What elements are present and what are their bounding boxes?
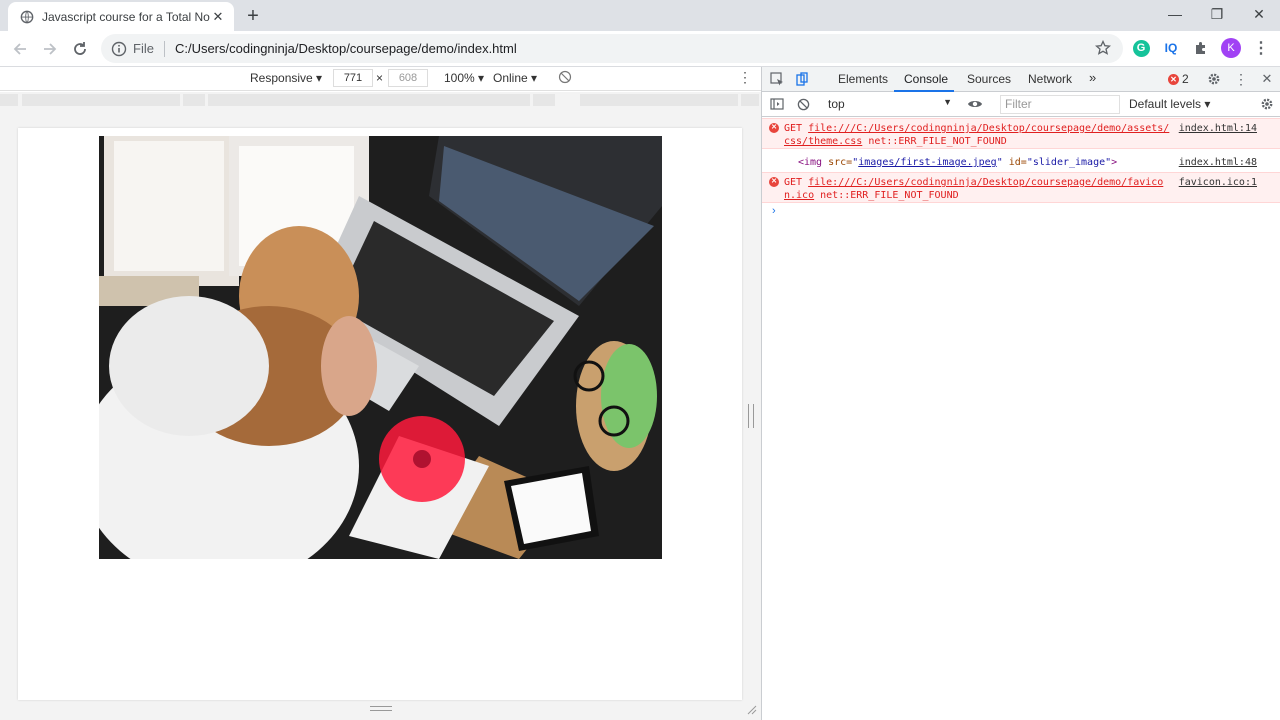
device-select[interactable]: Responsive ▾ [250, 71, 322, 85]
console-log-message: <img src="images/first-image.jpeg" id="s… [762, 153, 1280, 169]
tab-strip: Javascript course for a Total Novi ✕ + —… [0, 0, 1280, 31]
viewport-width-input[interactable]: 771 [333, 69, 373, 87]
tab-elements[interactable]: Elements [838, 72, 888, 86]
log-levels-select[interactable]: Default levels ▾ [1129, 97, 1210, 111]
settings-gear-icon[interactable] [1206, 71, 1222, 87]
log-body[interactable]: <img src="images/first-image.jpeg" id="s… [798, 156, 1186, 169]
console-prompt-icon[interactable]: › [772, 205, 776, 217]
error-icon: ✕ [1168, 73, 1179, 85]
restore-icon[interactable]: ❐ [1196, 0, 1238, 28]
rotate-icon[interactable] [558, 70, 572, 87]
more-tabs-icon[interactable]: » [1089, 70, 1096, 85]
ruler-segment[interactable] [208, 94, 530, 106]
bookmark-star-icon[interactable] [1095, 40, 1111, 56]
ruler-segment[interactable] [22, 94, 180, 106]
browser-toolbar: File C:/Users/codingninja/Desktop/course… [0, 31, 1280, 67]
error-text: net::ERR_FILE_NOT_FOUND [820, 190, 959, 201]
tab-title: Javascript course for a Total Novi [42, 9, 210, 24]
error-icon: ✕ [769, 177, 779, 187]
tab-network[interactable]: Network [1028, 72, 1072, 86]
reload-icon[interactable] [70, 39, 90, 59]
iq-extension-icon[interactable]: IQ [1161, 38, 1181, 58]
devtools-tabbar: Elements Console Sources Network » ✕ 2 ⋮… [762, 67, 1280, 92]
error-body: GET file:///C:/Users/codingninja/Desktop… [784, 176, 1172, 202]
context-value: top [828, 97, 845, 111]
extensions-puzzle-icon[interactable] [1191, 38, 1211, 58]
ruler-segment[interactable] [183, 94, 205, 106]
filter-input[interactable]: Filter [1000, 95, 1120, 114]
devtools-panel: Elements Console Sources Network » ✕ 2 ⋮… [761, 67, 1280, 720]
context-select[interactable]: top ▼ [828, 97, 952, 111]
error-count: 2 [1182, 72, 1189, 86]
grammarly-icon[interactable]: G [1131, 38, 1151, 58]
console-error-message: ✕ GET file:///C:/Users/codingninja/Deskt… [762, 118, 1280, 149]
log-tag-close: > [1111, 157, 1118, 168]
browser-menu-icon[interactable]: ⋮ [1251, 38, 1271, 58]
address-bar[interactable]: File C:/Users/codingninja/Desktop/course… [101, 34, 1123, 63]
window-close-icon[interactable]: ✕ [1238, 0, 1280, 28]
log-tag-open: <img [798, 157, 829, 168]
viewport-resize-corner-icon[interactable] [745, 703, 757, 715]
log-id-value: "slider_image" [1026, 157, 1112, 168]
ruler-segment[interactable] [0, 94, 18, 106]
dimension-times: × [376, 71, 384, 85]
error-icon: ✕ [769, 123, 779, 133]
minimize-icon[interactable]: — [1154, 0, 1196, 28]
browser-tab[interactable]: Javascript course for a Total Novi ✕ [8, 2, 234, 31]
source-link[interactable]: index.html:48 [1179, 156, 1257, 169]
console-sidebar-icon[interactable] [769, 96, 785, 112]
ruler-segment[interactable] [741, 94, 759, 106]
viewport-height-input[interactable]: 608 [388, 69, 428, 87]
log-attr-id: id= [1002, 157, 1027, 168]
iq-label: IQ [1164, 41, 1178, 55]
ruler-segment[interactable] [580, 94, 738, 106]
live-expression-eye-icon[interactable] [967, 96, 983, 112]
tab-close-icon[interactable]: ✕ [210, 9, 226, 25]
console-settings-gear-icon[interactable] [1259, 96, 1275, 112]
ruler-segment[interactable] [533, 94, 555, 106]
url-scheme: File [133, 41, 154, 56]
globe-icon [20, 10, 34, 23]
tab-sources[interactable]: Sources [967, 72, 1011, 86]
request-method: GET [784, 177, 803, 188]
tab-console[interactable]: Console [904, 72, 948, 86]
request-method: GET [784, 123, 803, 134]
clear-console-icon[interactable] [795, 96, 811, 112]
info-icon[interactable] [111, 41, 127, 57]
device-toolbar: Responsive ▾ 771 × 608 100% ▾ Online ▾ ⋮ [0, 67, 761, 91]
grammarly-label: G [1132, 39, 1150, 57]
error-body: GET file:///C:/Users/codingninja/Desktop… [784, 122, 1172, 148]
console-toolbar: top ▼ Filter Default levels ▾ [762, 92, 1280, 117]
error-count-badge[interactable]: ✕ 2 [1168, 72, 1189, 86]
devtools-more-icon[interactable]: ⋮ [1233, 71, 1249, 87]
zoom-select[interactable]: 100% ▾ [444, 71, 484, 85]
console-error-message: ✕ GET file:///C:/Users/codingninja/Deskt… [762, 172, 1280, 203]
inspect-element-icon[interactable] [769, 71, 785, 87]
device-toggle-icon[interactable] [794, 71, 810, 87]
network-throttle-select[interactable]: Online ▾ [493, 71, 537, 85]
source-link[interactable]: index.html:14 [1179, 122, 1257, 135]
log-src-link[interactable]: images/first-image.jpeg [858, 157, 996, 168]
url-separator [163, 40, 165, 57]
back-icon[interactable] [10, 39, 30, 59]
slider-image [99, 136, 662, 559]
devtools-close-icon[interactable]: ✕ [1259, 71, 1275, 87]
log-attr-src: src= [828, 157, 853, 168]
viewport-resize-handle-bottom[interactable] [370, 706, 392, 711]
source-link[interactable]: favicon.ico:1 [1179, 176, 1257, 189]
profile-avatar[interactable]: K [1221, 38, 1241, 58]
viewport-resize-handle-right[interactable] [748, 404, 754, 428]
profile-initial: K [1221, 38, 1241, 58]
error-text: net::ERR_FILE_NOT_FOUND [868, 136, 1007, 147]
media-query-ruler[interactable] [0, 92, 761, 108]
url-text[interactable]: C:/Users/codingninja/Desktop/coursepage/… [175, 41, 517, 56]
device-more-icon[interactable]: ⋮ [738, 69, 752, 86]
dropdown-arrow-icon: ▼ [943, 97, 952, 107]
new-tab-icon[interactable]: + [243, 5, 263, 27]
forward-icon[interactable] [40, 39, 60, 59]
